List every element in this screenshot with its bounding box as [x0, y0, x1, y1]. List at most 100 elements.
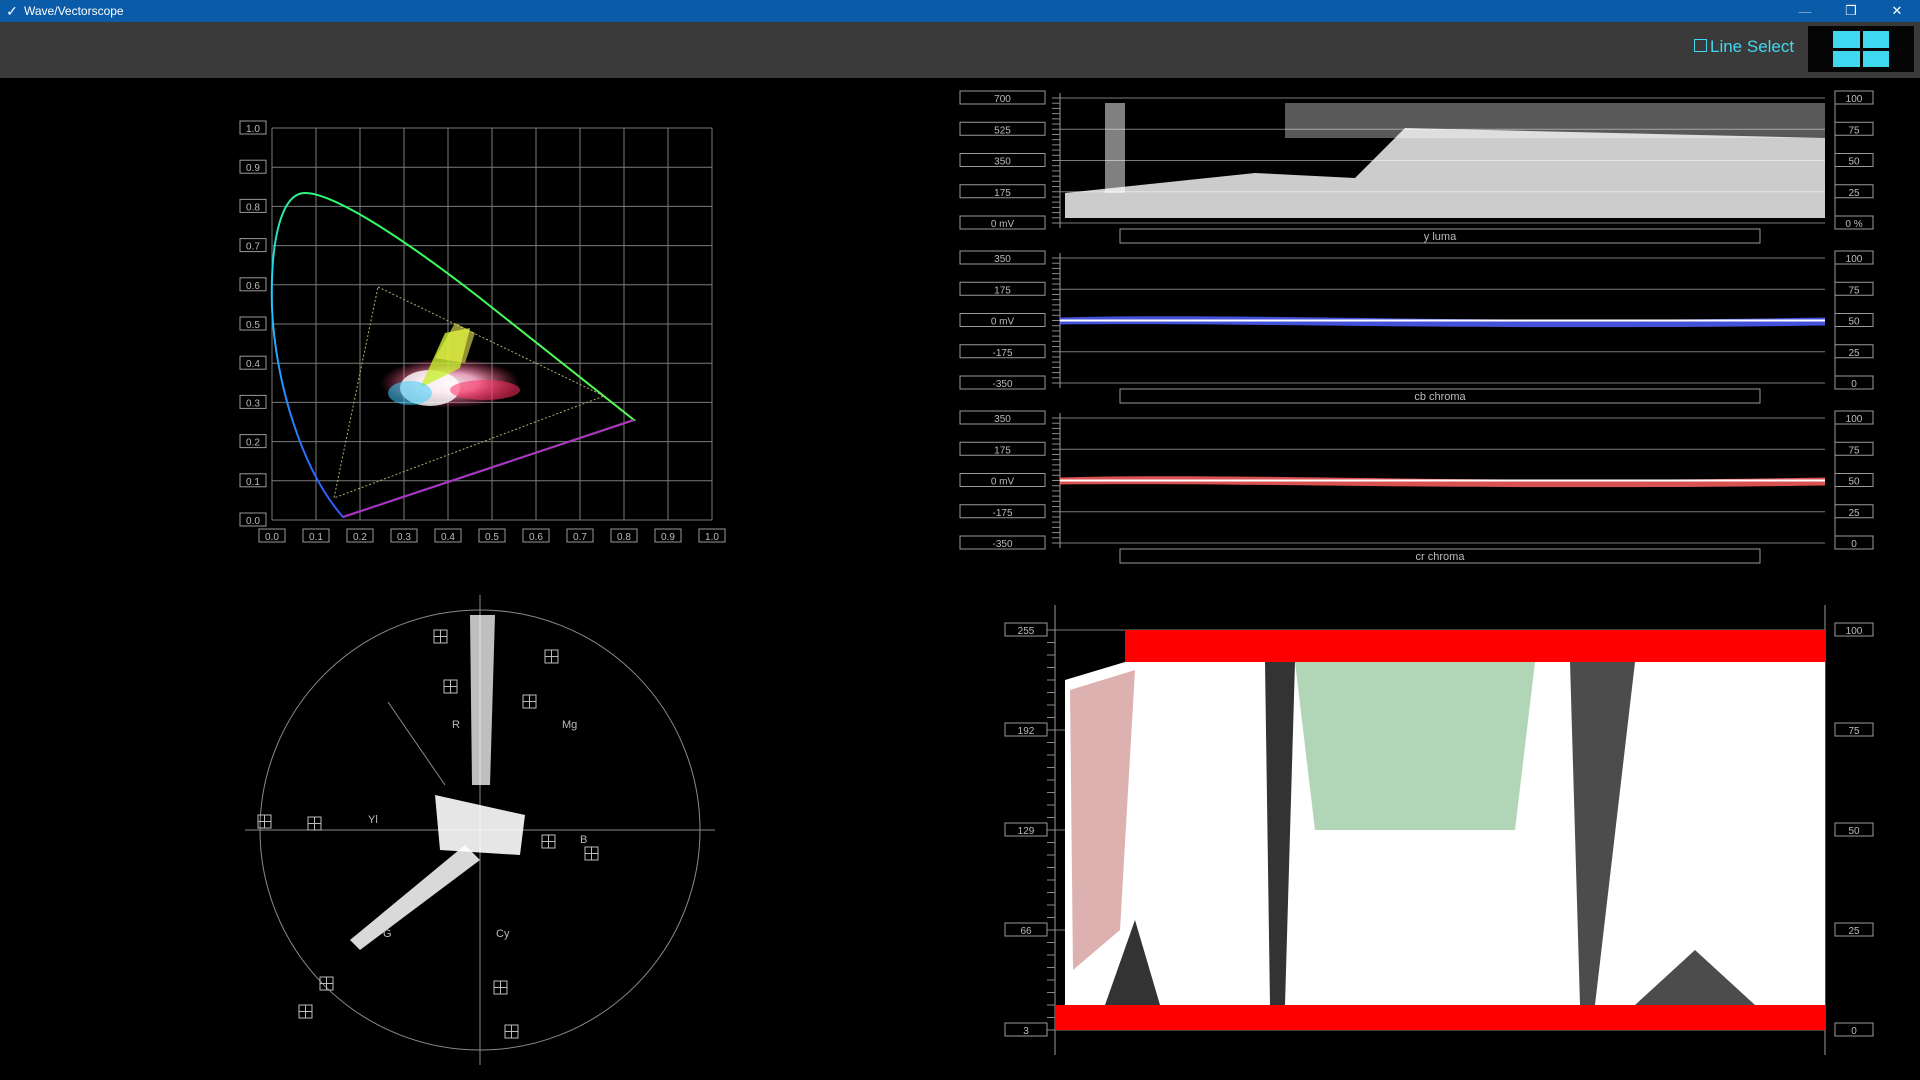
cie-y-axis: 0.0 0.1 0.2 0.3 0.4 0.5 0.6 0.7 0.8 0.9 1.0: [239, 120, 267, 527]
check-icon: ✓: [6, 2, 18, 19]
waveform-right-tick-label: 75: [1834, 121, 1874, 136]
svg-text:50: 50: [1848, 157, 1860, 168]
svg-text:66: 66: [1020, 926, 1032, 937]
window-title: Wave/Vectorscope: [24, 4, 124, 18]
cr-chroma-waveform: 350 100 175 75 0 mV 50 -175 25 -350 0 cr chroma: [959, 410, 1874, 564]
waveform-left-tick-label: 175: [959, 441, 1046, 456]
cie-y-tick-label: 0.2: [239, 434, 267, 449]
target-box: [307, 816, 322, 831]
svg-text:0.9: 0.9: [661, 532, 675, 543]
waveform-right-tick-label: 25: [1834, 344, 1874, 359]
svg-text:0 %: 0 %: [1845, 219, 1862, 230]
svg-text:0.1: 0.1: [246, 477, 260, 488]
svg-text:-350: -350: [992, 379, 1012, 390]
svg-text:25: 25: [1848, 926, 1860, 937]
svg-text:-175: -175: [992, 348, 1012, 359]
waveform-left-tick-label: 175: [959, 281, 1046, 296]
waveform-left-tick-label: 700: [959, 90, 1046, 105]
waveform-right-tick-label: 25: [1834, 184, 1874, 199]
rgb-right-tick-label: 75: [1834, 722, 1874, 737]
cie-y-tick-label: 0.8: [239, 198, 267, 213]
waveform-right-tick-label: 50: [1834, 153, 1874, 168]
svg-text:0: 0: [1851, 1026, 1857, 1037]
line-select-toggle[interactable]: Line Select: [1694, 36, 1794, 58]
target-box: [493, 980, 508, 995]
restore-button[interactable]: ❐: [1828, 0, 1874, 22]
waveform-left-tick-label: -350: [959, 535, 1046, 550]
target-box: [504, 1024, 519, 1039]
svg-text:0.8: 0.8: [246, 202, 260, 213]
rgb-right-tick-label: 0: [1834, 1022, 1874, 1037]
waveform-right-tick-label: 75: [1834, 281, 1874, 296]
cie-y-tick-label: 0.5: [239, 316, 267, 331]
waveform-left-tick-label: -175: [959, 344, 1046, 359]
vectorscope-target-label: Mg: [562, 719, 577, 731]
vectorscope: R Mg B Cy G Yl: [245, 595, 715, 1065]
layout-button[interactable]: [1808, 26, 1914, 72]
waveform-right-tick-label: 50: [1834, 473, 1874, 488]
svg-text:50: 50: [1848, 477, 1860, 488]
rgb-left-tick-label: 66: [1004, 922, 1048, 937]
rgb-left-tick-label: 129: [1004, 822, 1048, 837]
svg-text:75: 75: [1848, 445, 1860, 456]
toolbar: [0, 22, 1920, 78]
svg-text:25: 25: [1848, 348, 1860, 359]
cie-x-tick-label: 0.0: [258, 528, 286, 543]
cie-y-tick-label: 1.0: [239, 120, 267, 135]
cie-x-tick-label: 0.3: [390, 528, 418, 543]
target-box: [522, 694, 537, 709]
waveform-left-tick-label: -175: [959, 504, 1046, 519]
waveform-right-tick-label: 50: [1834, 313, 1874, 328]
svg-text:75: 75: [1848, 726, 1860, 737]
line-select-checkbox[interactable]: [1694, 39, 1707, 52]
vectorscope-target-label: Yl: [368, 814, 378, 826]
svg-text:0.6: 0.6: [529, 532, 543, 543]
line-select-label: Line Select: [1710, 37, 1795, 56]
waveform-left-tick-label: 0 mV: [959, 215, 1046, 230]
svg-text:350: 350: [994, 254, 1011, 265]
svg-text:100: 100: [1846, 414, 1863, 425]
rgb-left-tick-label: 3: [1004, 1022, 1048, 1037]
cie-x-tick-label: 0.6: [522, 528, 550, 543]
quad-layout-icon: [1833, 31, 1889, 67]
waveform-left-tick-label: 175: [959, 184, 1046, 199]
svg-text:y luma: y luma: [1424, 231, 1457, 243]
waveform-right-tick-label: 25: [1834, 504, 1874, 519]
minimize-button[interactable]: —: [1782, 0, 1828, 22]
svg-text:0.0: 0.0: [265, 532, 279, 543]
svg-text:255: 255: [1018, 626, 1035, 637]
svg-text:0.8: 0.8: [617, 532, 631, 543]
svg-text:cr chroma: cr chroma: [1416, 551, 1466, 563]
svg-text:1.0: 1.0: [705, 532, 719, 543]
chroma-point-cloud: [380, 323, 520, 408]
waveform-left-tick-label: 350: [959, 153, 1046, 168]
svg-text:0: 0: [1851, 539, 1857, 550]
svg-text:3: 3: [1023, 1026, 1029, 1037]
cie-y-tick-label: 0.3: [239, 394, 267, 409]
y-luma-waveform: 700 100 525 75 350 50 175 25 0 mV 0 % y luma: [959, 90, 1874, 244]
target-box: [541, 834, 556, 849]
close-button[interactable]: ✕: [1874, 0, 1920, 22]
cie-x-axis: 0.0 0.1 0.2 0.3 0.4 0.5 0.6 0.7 0.8 0.9 1.0: [258, 528, 726, 543]
target-box: [319, 976, 334, 991]
svg-text:100: 100: [1846, 94, 1863, 105]
cie-y-tick-label: 0.9: [239, 159, 267, 174]
svg-text:700: 700: [994, 94, 1011, 105]
svg-text:100: 100: [1846, 626, 1863, 637]
svg-text:0.4: 0.4: [441, 532, 455, 543]
title-bar: ✓ Wave/Vectorscope — ❐ ✕: [0, 0, 1920, 22]
svg-text:75: 75: [1848, 285, 1860, 296]
svg-text:0.2: 0.2: [246, 438, 260, 449]
svg-text:0.7: 0.7: [246, 242, 260, 253]
cie-chromaticity-diagram: 0.0 0.1 0.2 0.3 0.4 0.5 0.6 0.7 0.8 0.9 1.0 0.0 0.1…: [239, 120, 726, 543]
target-box: [544, 649, 559, 664]
rgb-left-tick-label: 192: [1004, 722, 1048, 737]
svg-text:175: 175: [994, 285, 1011, 296]
cie-x-tick-label: 0.2: [346, 528, 374, 543]
cb-chroma-waveform: 350 100 175 75 0 mV 50 -175 25 -350 0 cb chroma: [959, 250, 1874, 404]
svg-text:0 mV: 0 mV: [991, 219, 1015, 230]
svg-text:100: 100: [1846, 254, 1863, 265]
cie-grid: [271, 127, 713, 521]
waveform-right-tick-label: 100: [1834, 410, 1874, 425]
cie-y-tick-label: 0.7: [239, 238, 267, 253]
